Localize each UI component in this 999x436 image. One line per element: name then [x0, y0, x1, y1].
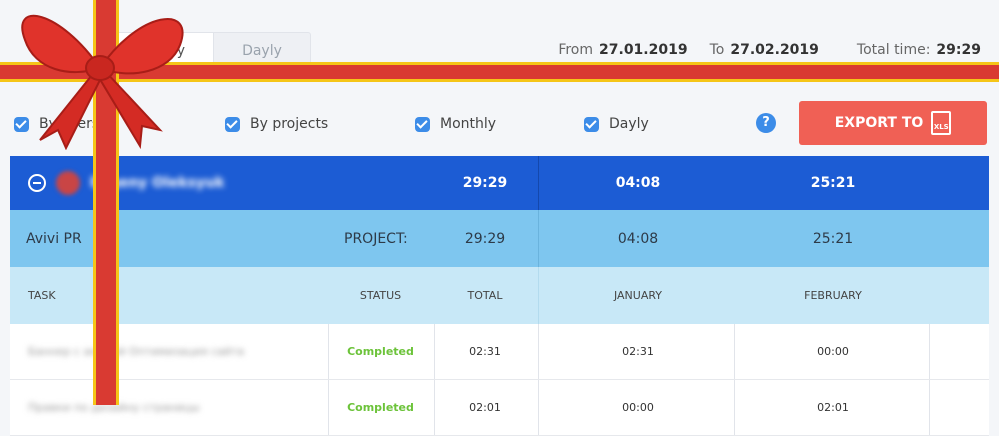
filter-monthly[interactable]: Monthly — [415, 116, 496, 132]
task-total: 02:31 — [469, 345, 501, 358]
total-time-value: 29:29 — [936, 42, 981, 58]
checkbox-icon[interactable] — [225, 116, 240, 132]
project-row[interactable]: Avivi PR PROJECT: 29:29 04:08 25:21 — [10, 210, 989, 267]
period-summary: From 27.01.2019 To 27.02.2019 Total time… — [558, 42, 981, 58]
to-date[interactable]: 27.02.2019 — [730, 42, 819, 58]
collapse-icon[interactable] — [28, 174, 46, 192]
header-status: STATUS — [359, 289, 402, 302]
task-total: 02:01 — [469, 401, 501, 414]
project-total: 29:29 — [464, 230, 506, 247]
header-task: TASK — [28, 289, 56, 302]
checkbox-icon[interactable] — [415, 116, 430, 132]
gift-bow-icon — [21, 14, 184, 150]
project-label: PROJECT: — [344, 230, 408, 247]
to-label: To — [709, 42, 725, 58]
xls-file-icon: XLS — [931, 111, 952, 135]
project-february: 25:21 — [812, 230, 854, 247]
user-february: 25:21 — [810, 175, 856, 191]
project-name: Avivi PR — [26, 230, 82, 247]
table-row[interactable]: Правки по дизайну страницы Completed 02:… — [10, 380, 989, 436]
filter-label: Dayly — [609, 116, 649, 132]
task-january: 02:31 — [622, 345, 654, 358]
from-label: From — [558, 42, 594, 58]
header-total: TOTAL — [467, 289, 503, 302]
header-february: FEBRUARY — [804, 289, 862, 302]
from-date[interactable]: 27.01.2019 — [599, 42, 688, 58]
status-badge: Completed — [347, 401, 414, 414]
task-february: 00:00 — [817, 345, 849, 358]
task-name: Правки по дизайну страницы — [28, 401, 200, 414]
header-january: JANUARY — [613, 289, 663, 302]
export-button[interactable]: EXPORT TO XLS — [799, 101, 987, 145]
filter-label: Monthly — [440, 116, 497, 132]
filter-dayly[interactable]: Dayly — [584, 116, 649, 132]
table-header: TASK STATUS TOTAL JANUARY FEBRUARY — [10, 267, 989, 324]
project-january: 04:08 — [617, 230, 659, 247]
checkbox-icon[interactable] — [584, 116, 599, 132]
table-row[interactable]: Баннер с акцией Оптимизация сайта Comple… — [10, 324, 989, 380]
export-label: EXPORT TO — [834, 115, 924, 131]
task-february: 02:01 — [817, 401, 849, 414]
user-january: 04:08 — [615, 175, 661, 191]
task-january: 00:00 — [622, 401, 654, 414]
filter-label: By projects — [250, 116, 329, 132]
user-total: 29:29 — [462, 175, 508, 191]
filter-by-projects[interactable]: By projects — [225, 116, 328, 132]
task-name: Баннер с акцией Оптимизация сайта — [28, 345, 245, 358]
help-icon[interactable]: ? — [756, 113, 776, 133]
total-time-label: Total time: — [856, 42, 931, 58]
avatar — [56, 171, 80, 195]
user-row[interactable]: Evgeny Oleksyuk 29:29 04:08 25:21 — [10, 156, 989, 210]
status-badge: Completed — [347, 345, 414, 358]
